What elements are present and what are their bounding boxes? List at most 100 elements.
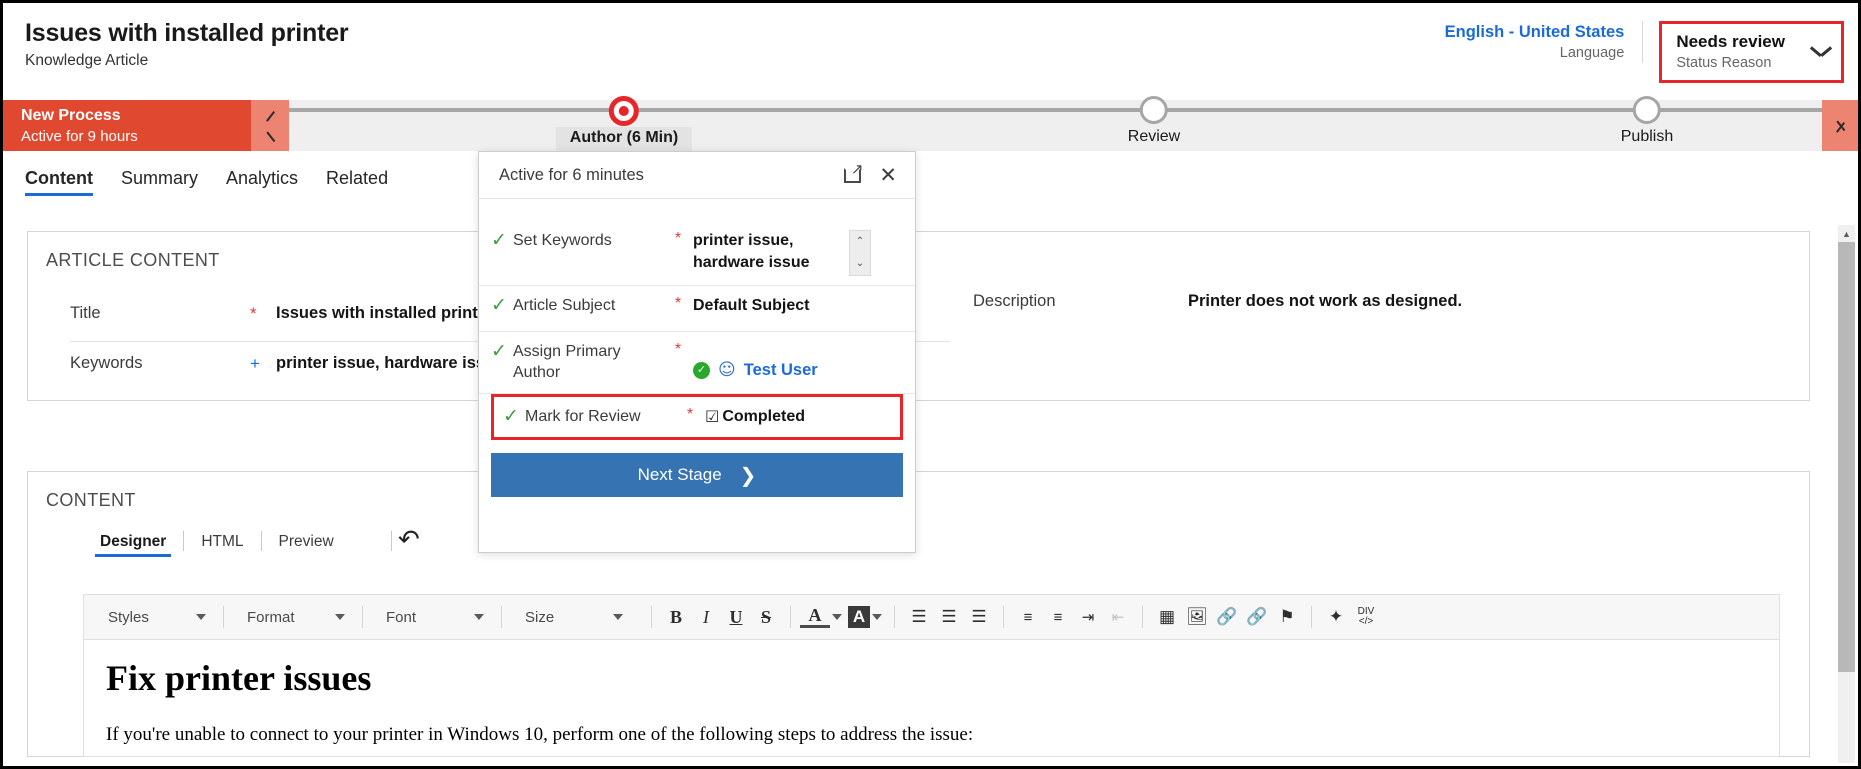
step-value[interactable]: printer issue, hardware issue ⌃ ⌄ [693,230,901,276]
process-stage-track: Author (6 Min) Review Publish [289,96,1858,151]
divider [651,606,652,628]
align-center-icon[interactable]: ☰ [934,602,964,632]
process-next-button[interactable] [1822,100,1858,151]
editor-tab-designer[interactable]: Designer [83,533,183,557]
check-icon: ✓ [491,229,507,251]
stage-active-duration: Active for 6 minutes [499,165,644,184]
scroll-up-arrow-icon[interactable]: ▲ [1838,225,1855,242]
background-color-icon[interactable]: A [848,606,870,628]
styles-dropdown[interactable]: Styles [94,602,214,632]
language-value[interactable]: English - United States [1445,21,1625,43]
tab-content[interactable]: Content [25,168,93,196]
tab-summary[interactable]: Summary [121,168,198,196]
step-value[interactable]: Default Subject [693,295,901,317]
chevron-down-icon[interactable]: ⌄ [856,259,864,269]
decrease-indent-icon[interactable]: ⇤ [1103,602,1133,632]
stage-flyout-panel: Active for 6 minutes ✕ ✓ Set Keywords * … [478,151,916,553]
stage-step-set-keywords[interactable]: ✓ Set Keywords * printer issue, hardware… [479,221,915,286]
status-reason-label: Status Reason [1676,55,1772,71]
status-reason-value: Needs review [1676,32,1785,51]
step-value[interactable]: ☑ Completed [705,406,886,428]
author-lookup-value[interactable]: ✓ ☺ Test User [693,359,818,381]
language-label: Language [1559,45,1625,61]
stage-step-list: ✓ Set Keywords * printer issue, hardware… [479,199,915,440]
status-reason-field[interactable]: Needs review Status Reason [1659,21,1844,83]
format-dropdown[interactable]: Format [233,602,353,632]
insert-image-icon[interactable]: 🖼 [1182,602,1212,632]
strikethrough-icon[interactable]: S [751,602,781,632]
close-icon[interactable]: ✕ [879,164,897,186]
size-dropdown[interactable]: Size [511,602,631,632]
step-label: Mark for Review [525,408,641,425]
stage-node-icon [1632,96,1661,124]
bold-icon[interactable]: B [661,602,691,632]
keywords-spinner[interactable]: ⌃ ⌄ [849,230,871,276]
stage-step-article-subject[interactable]: ✓ Article Subject * Default Subject [479,286,915,332]
caret-down-icon [196,614,206,620]
step-value[interactable]: ✓ ☺ Test User [693,341,901,381]
check-icon: ✓ [503,405,519,427]
insert-table-icon[interactable]: ▦ [1152,602,1182,632]
chevron-down-icon[interactable] [1811,46,1831,58]
stage-flyout-header: Active for 6 minutes ✕ [479,152,915,199]
process-stage-author[interactable]: Author (6 Min) [555,96,693,151]
stage-step-assign-primary-author[interactable]: ✓ Assign Primary Author * ✓ ☺ Test User [479,332,915,394]
step-label: Article Subject [513,297,616,314]
article-content-heading: ARTICLE CONTENT [46,250,220,270]
editor-tab-html[interactable]: HTML [184,533,260,557]
caret-down-icon [613,614,623,620]
chevron-up-icon[interactable]: ⌃ [856,237,864,247]
next-stage-button[interactable]: Next Stage ❯ [491,453,903,497]
bulleted-list-icon[interactable]: ≡ [1043,602,1073,632]
caret-down-icon [335,614,345,620]
chevron-right-icon: ❯ [739,463,757,487]
required-indicator: * [250,304,257,323]
process-previous-button[interactable] [251,100,289,151]
keywords-value[interactable]: printer issue, hardware issue [276,354,504,373]
clean-formatting-icon[interactable]: ✦ [1321,602,1351,632]
insert-anchor-icon[interactable]: ⚑ [1272,602,1302,632]
text-color-icon[interactable]: A [800,605,830,628]
font-dropdown[interactable]: Font [372,602,492,632]
undo-icon[interactable]: ↶ [398,525,420,555]
language-field[interactable]: English - United States Language [1445,21,1644,63]
rich-text-editor-body[interactable]: Fix printer issues If you're unable to c… [83,640,1780,757]
align-left-icon[interactable]: ☰ [904,602,934,632]
process-active-block[interactable]: New Process Active for 9 hours [3,100,251,151]
checkbox-checked-icon[interactable]: ☑ [705,406,719,428]
document-title: Fix printer issues [106,658,372,698]
required-indicator: * [674,341,682,358]
caret-down-icon[interactable] [832,614,842,620]
vertical-scrollbar[interactable]: ▲ [1838,225,1855,763]
align-right-icon[interactable]: ☰ [964,602,994,632]
stage-step-mark-for-review[interactable]: ✓ Mark for Review * ☑ Completed [491,394,903,440]
next-stage-label: Next Stage [637,465,722,484]
insert-link-icon[interactable]: 🔗 [1212,602,1242,632]
mark-for-review-value: Completed [722,408,806,425]
italic-icon[interactable]: I [691,602,721,632]
page-subtitle: Knowledge Article [25,52,149,69]
application-window: Issues with installed printer Knowledge … [0,0,1861,769]
numbered-list-icon[interactable]: ≡ [1013,602,1043,632]
editor-tab-preview[interactable]: Preview [262,533,351,557]
tab-analytics[interactable]: Analytics [226,168,298,196]
check-icon: ✓ [491,294,507,316]
keywords-label: Keywords [70,354,143,372]
process-stage-review[interactable]: Review [1127,96,1181,146]
author-name[interactable]: Test User [744,359,818,381]
popout-icon[interactable] [844,160,863,183]
div-code-icon[interactable]: DIV </> [1351,602,1381,632]
description-value[interactable]: Printer does not work as designed. [1188,292,1462,311]
remove-link-icon[interactable]: 🔗 [1242,602,1272,632]
scrollbar-thumb[interactable] [1838,242,1855,672]
caret-down-icon[interactable] [872,614,882,620]
person-icon: ☺ [718,360,736,380]
process-stage-label: Review [1127,128,1181,145]
title-value[interactable]: Issues with installed printer [276,304,493,323]
increase-indent-icon[interactable]: ⇥ [1073,602,1103,632]
divider [1142,606,1143,628]
underline-icon[interactable]: U [721,602,751,632]
process-stage-publish[interactable]: Publish [1621,96,1673,146]
tab-related[interactable]: Related [326,168,388,196]
article-content-right-fields: Description Printer does not work as des… [973,292,1773,311]
